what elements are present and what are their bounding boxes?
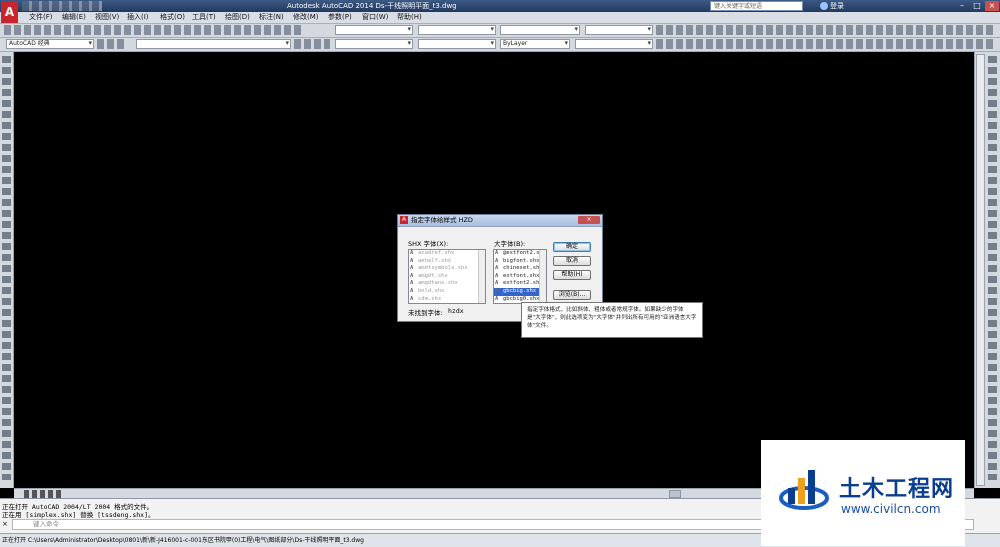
minimize-icon[interactable]: –: [955, 1, 969, 11]
text-style-combo[interactable]: [335, 25, 413, 35]
layer-tool-icons[interactable]: [294, 39, 330, 49]
view-tool-icons[interactable]: [656, 39, 996, 49]
list-item[interactable]: acadref.shx: [409, 250, 485, 258]
menu-draw[interactable]: 绘图(D): [225, 12, 250, 23]
standard-tool-icons[interactable]: [4, 25, 304, 35]
menu-bar: 文件(F) 编辑(E) 视图(V) 插入(I) 格式(O) 工具(T) 绘图(D…: [0, 12, 1000, 24]
help-button[interactable]: 帮助(H): [553, 270, 591, 280]
menu-modify[interactable]: 修改(M): [293, 12, 319, 23]
big-font-label: 大字体(B):: [494, 240, 526, 248]
list-item[interactable]: bold.shx: [409, 288, 485, 296]
window-title: Autodesk AutoCAD 2014 Ds-干线照明平面_t3.dwg: [287, 2, 457, 10]
close-icon[interactable]: ×: [985, 1, 999, 11]
shx-font-label: SHX 字体(X):: [408, 240, 449, 248]
close-icon[interactable]: ×: [2, 520, 8, 528]
command-history-line: 正在用 [simplex.shx] 替换 [tssdeng.shx]。: [2, 511, 155, 519]
vertical-scrollbar[interactable]: [976, 54, 985, 486]
site-watermark: 土木工程网 www.civilcn.com: [761, 440, 965, 546]
missing-font-value: hzdx: [448, 307, 464, 315]
close-icon[interactable]: ×: [578, 216, 600, 224]
autocad-logo-icon[interactable]: A: [1, 1, 18, 23]
scroll-thumb[interactable]: [669, 490, 681, 498]
workspace-combo[interactable]: AutoCAD 经典: [6, 39, 94, 49]
menu-dimension[interactable]: 标注(N): [259, 12, 284, 23]
draw-toolbar: [0, 52, 14, 488]
signin-button[interactable]: 登录: [830, 0, 844, 12]
menu-edit[interactable]: 编辑(E): [62, 12, 86, 23]
lineweight-combo[interactable]: ByLayer: [500, 39, 570, 49]
watermark-title: 土木工程网: [839, 477, 955, 502]
menu-file[interactable]: 文件(F): [29, 12, 53, 23]
list-item[interactable]: amgdtans.shx: [409, 280, 485, 288]
standard-toolbar: [0, 24, 1000, 38]
list-scrollbar[interactable]: [539, 250, 546, 303]
layers-toolbar: AutoCAD 经典 ByLayer: [0, 38, 1000, 52]
dim-style-combo[interactable]: [418, 25, 496, 35]
draw-tool-icons[interactable]: [2, 56, 11, 480]
list-item[interactable]: amdtsymbols.shx: [409, 265, 485, 273]
cancel-button[interactable]: 取消: [553, 256, 591, 266]
list-scrollbar[interactable]: [478, 250, 485, 303]
shx-font-list[interactable]: acadref.shx aehalf.shx amdtsymbols.shx a…: [408, 249, 486, 304]
plot-style-combo[interactable]: [575, 39, 653, 49]
autocad-icon: A: [400, 216, 408, 224]
linetype-combo[interactable]: [418, 39, 496, 49]
modify-tool-icons[interactable]: [988, 56, 997, 480]
big-font-list[interactable]: @extfont2.shx bigfont.shx chineset.shx e…: [493, 249, 547, 304]
status-text: 正在打开 C:\Users\Administrator\Desktop\0801…: [2, 537, 364, 544]
color-combo[interactable]: [335, 39, 413, 49]
maximize-icon[interactable]: □: [970, 1, 984, 11]
title-bar: A Autodesk AutoCAD 2014 Ds-干线照明平面_t3.dwg…: [0, 0, 1000, 23]
list-item[interactable]: aehalf.shx: [409, 258, 485, 266]
list-item[interactable]: amgdt.shx: [409, 273, 485, 281]
browse-button[interactable]: 浏览(B)...: [553, 290, 591, 300]
menu-help[interactable]: 帮助(H): [397, 12, 422, 23]
menu-insert[interactable]: 插入(I): [127, 12, 149, 23]
workspace-tool-icons[interactable]: [97, 39, 127, 49]
watermark-url: www.civilcn.com: [841, 502, 941, 516]
menu-parametric[interactable]: 参数(P): [328, 12, 352, 23]
table-style-combo[interactable]: [500, 25, 580, 35]
menu-format[interactable]: 格式(O): [160, 12, 185, 23]
civilcn-logo-icon: [779, 470, 829, 510]
help-tooltip: 指定字体格式，比如斜体、粗体或者常规字体。如果缺少的字体是"大字体"，则此选项变…: [521, 302, 703, 338]
dimension-tool-icons[interactable]: [656, 25, 996, 35]
layout-tab-nav-icons[interactable]: [24, 490, 62, 498]
help-search-input[interactable]: 键入关键字或短语: [710, 1, 803, 11]
missing-font-label: 未找到字体:: [408, 309, 443, 317]
dialog-title-bar: A 指定字体给样式 HZD ×: [398, 215, 602, 227]
dialog-title: 指定字体给样式 HZD: [411, 216, 473, 224]
menu-tools[interactable]: 工具(T): [192, 12, 216, 23]
quick-access-toolbar[interactable]: [22, 1, 102, 11]
menu-window[interactable]: 窗口(W): [362, 12, 388, 23]
menu-view[interactable]: 视图(V): [95, 12, 119, 23]
ok-button[interactable]: 确定: [553, 242, 591, 252]
user-icon: [820, 2, 828, 10]
modify-toolbar: [974, 52, 1000, 488]
list-item[interactable]: cdm.shx: [409, 296, 485, 303]
layer-combo[interactable]: [136, 39, 291, 49]
multileader-style-combo[interactable]: [585, 25, 653, 35]
